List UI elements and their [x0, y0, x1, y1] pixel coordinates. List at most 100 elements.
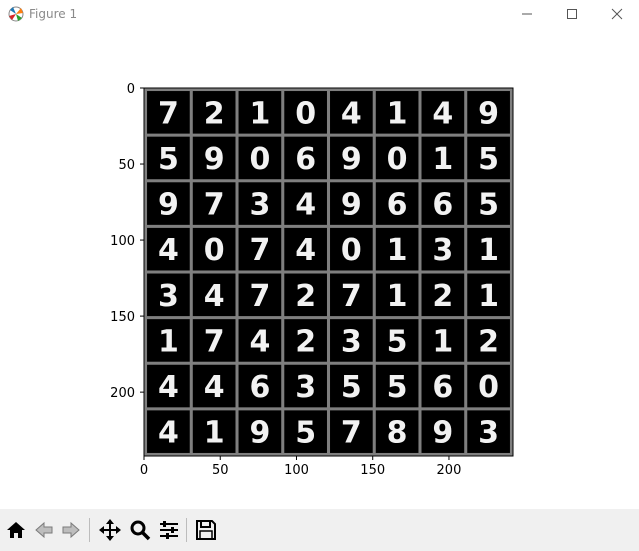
digit-label: 4 [204, 370, 225, 405]
digit-label: 2 [432, 279, 453, 314]
digit-label: 0 [387, 142, 408, 177]
digit-label: 6 [387, 188, 408, 223]
minimize-icon [522, 13, 532, 15]
digit-label: 1 [432, 142, 453, 177]
digit-label: 3 [478, 416, 499, 451]
digit-label: 6 [432, 370, 453, 405]
close-icon [611, 8, 623, 20]
digit-label: 7 [158, 96, 179, 131]
toolbar-separator [186, 518, 187, 542]
digit-label: 0 [295, 96, 316, 131]
digit-label: 4 [158, 416, 179, 451]
digit-label: 9 [204, 142, 225, 177]
digit-label: 0 [478, 370, 499, 405]
pan-icon [99, 519, 121, 541]
zoom-button[interactable] [127, 517, 153, 543]
save-icon [196, 520, 216, 540]
y-tick-label: 50 [118, 158, 135, 173]
image-grid-plot: 7 2 1 0 4 1 4 95 9 0 6 9 0 1 59 7 3 4 9 6 6 54 0 7 4 0 1 3 13 4 7 2 7 1 2 1… [110, 82, 514, 478]
digit-label: 7 [249, 279, 270, 314]
save-button[interactable] [193, 517, 219, 543]
x-tick-label: 0 [140, 463, 148, 478]
digit-label: 9 [249, 416, 270, 451]
digit-label: 1 [478, 279, 499, 314]
x-tick-label: 200 [437, 463, 462, 478]
digit-label: 6 [249, 370, 270, 405]
digit-label: 9 [341, 142, 362, 177]
digit-label: 8 [387, 416, 408, 451]
window-titlebar: Figure 1 [0, 0, 639, 28]
x-tick-label: 50 [212, 463, 229, 478]
digit-label: 3 [341, 324, 362, 359]
digit-label: 4 [158, 370, 179, 405]
digit-label: 2 [204, 96, 225, 131]
digit-label: 7 [341, 279, 362, 314]
forward-button[interactable] [58, 517, 84, 543]
digit-label: 5 [387, 324, 408, 359]
y-tick-label: 200 [110, 386, 135, 401]
digit-label: 2 [295, 324, 316, 359]
digit-label: 4 [341, 96, 362, 131]
back-button[interactable] [31, 517, 57, 543]
digit-label: 7 [341, 416, 362, 451]
digit-label: 5 [295, 416, 316, 451]
digit-label: 7 [204, 188, 225, 223]
maximize-icon [567, 9, 577, 19]
digit-label: 5 [387, 370, 408, 405]
figure-canvas[interactable]: 7210414959069015973496654074013134727121… [0, 28, 639, 509]
digit-label: 7 [249, 233, 270, 268]
digit-label: 0 [204, 233, 225, 268]
home-button[interactable] [3, 517, 29, 543]
digit-label: 4 [249, 324, 270, 359]
zoom-icon [130, 520, 151, 541]
y-tick-label: 0 [127, 82, 135, 97]
toolbar-separator [89, 518, 90, 542]
digit-label: 9 [158, 188, 179, 223]
digit-label: 9 [432, 416, 453, 451]
digit-label: 4 [295, 233, 316, 268]
navigation-toolbar [0, 509, 639, 551]
digit-label: 4 [432, 96, 453, 131]
digit-label: 5 [478, 188, 499, 223]
digit-label: 1 [204, 416, 225, 451]
digit-label: 9 [478, 96, 499, 131]
window-title: Figure 1 [29, 7, 78, 21]
maximize-button[interactable] [549, 0, 595, 28]
digit-label: 5 [158, 142, 179, 177]
digit-label: 0 [249, 142, 270, 177]
digit-label: 2 [478, 324, 499, 359]
digit-label: 3 [158, 279, 179, 314]
x-tick-label: 150 [360, 463, 385, 478]
digit-label: 6 [432, 188, 453, 223]
matplotlib-app-icon [8, 6, 24, 22]
minimize-button[interactable] [504, 0, 550, 28]
digit-label: 2 [295, 279, 316, 314]
home-icon [7, 522, 25, 538]
digit-label: 5 [478, 142, 499, 177]
configure-subplots-button[interactable] [156, 517, 182, 543]
digit-label: 6 [295, 142, 316, 177]
digit-label: 1 [158, 324, 179, 359]
digit-label: 4 [204, 279, 225, 314]
x-tick-label: 100 [284, 463, 309, 478]
digit-label: 5 [341, 370, 362, 405]
digit-label: 1 [432, 324, 453, 359]
pan-button[interactable] [97, 517, 123, 543]
digit-label: 3 [249, 188, 270, 223]
y-tick-label: 100 [110, 234, 135, 249]
digit-label: 4 [158, 233, 179, 268]
digit-label: 7 [204, 324, 225, 359]
digit-label: 1 [249, 96, 270, 131]
digit-label: 3 [295, 370, 316, 405]
forward-icon [62, 521, 80, 539]
configure-subplots-icon [160, 521, 178, 539]
y-tick-label: 150 [110, 310, 135, 325]
digit-label: 3 [432, 233, 453, 268]
digit-label: 1 [387, 233, 408, 268]
close-button[interactable] [594, 0, 639, 28]
digit-label: 1 [478, 233, 499, 268]
digit-label: 9 [341, 188, 362, 223]
digit-label: 1 [387, 279, 408, 314]
back-icon [35, 521, 53, 539]
digit-label: 1 [387, 96, 408, 131]
